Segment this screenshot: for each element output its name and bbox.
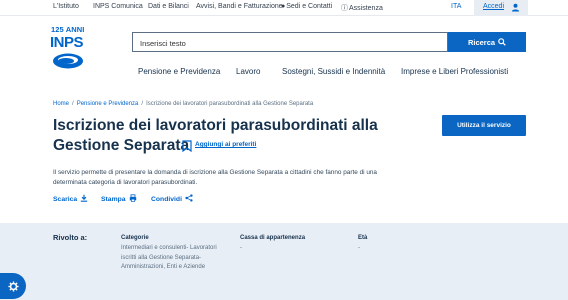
- login-link[interactable]: Accedi: [483, 3, 504, 10]
- logo-anniversary: 125 ANNI: [51, 25, 85, 34]
- logo-swoosh-icon: [53, 53, 83, 69]
- category-line: Intermediari e consulenti- Lavoratori: [121, 245, 217, 251]
- download-button[interactable]: Scarica: [53, 194, 88, 203]
- eta-value: -: [358, 245, 360, 251]
- link-assistenza[interactable]: ⓘAssistenza: [341, 3, 383, 13]
- category-line: Amministrazioni, Enti e Aziende: [121, 264, 206, 270]
- language-selector[interactable]: ITA: [451, 3, 461, 10]
- eta-label: Età: [358, 235, 368, 241]
- help-icon: ⓘ: [341, 5, 348, 12]
- map-pin-icon: ●: [281, 3, 286, 10]
- nav-lavoro[interactable]: Lavoro: [236, 67, 260, 76]
- breadcrumb: Home / Pensione e Previdenza / Iscrizione de…: [53, 101, 314, 107]
- accessibility-button[interactable]: [0, 273, 26, 299]
- search-button-label: Ricerca: [467, 37, 496, 47]
- page-title-line2: Gestione Separata: [53, 137, 190, 154]
- page-title-line1: Iscrizione dei lavoratori parasubordinat…: [53, 117, 378, 134]
- link-avvisi-bandi[interactable]: Avvisi, Bandi e Fatturazione: [196, 3, 283, 10]
- login-area[interactable]: Accedi: [474, 0, 528, 16]
- service-description: Il servizio permette di presentare la do…: [53, 169, 377, 186]
- search-button[interactable]: Ricerca: [448, 32, 526, 52]
- share-label: Condividi: [151, 196, 182, 203]
- link-istituto[interactable]: L'Istituto: [53, 3, 79, 10]
- nav-sostegni[interactable]: Sostegni, Sussidi e Indennità: [282, 67, 385, 76]
- user-icon: [511, 3, 520, 12]
- link-inps-comunica[interactable]: INPS Comunica: [93, 3, 143, 10]
- gear-icon: [7, 280, 19, 292]
- audience-heading: Rivolto a:: [53, 233, 88, 242]
- inps-logo[interactable]: 125 ANNI INPS: [50, 25, 86, 73]
- cassa-label: Cassa di appartenenza: [240, 235, 306, 241]
- category-line: iscritti alla Gestione Separata-: [121, 254, 202, 261]
- print-label: Stampa: [101, 196, 126, 203]
- page-title: Iscrizione dei lavoratori parasubordinat…: [53, 116, 393, 156]
- nav-pensione[interactable]: Pensione e Previdenza: [138, 67, 220, 76]
- share-icon: [185, 194, 193, 202]
- search-icon: [498, 38, 506, 46]
- use-service-button[interactable]: Utilizza il servizio: [442, 115, 526, 136]
- download-label: Scarica: [53, 196, 78, 203]
- search-input[interactable]: [133, 34, 447, 53]
- breadcrumb-section[interactable]: Pensione e Previdenza: [77, 101, 139, 107]
- breadcrumb-current: Iscrizione dei lavoratori parasubordinat…: [146, 101, 314, 107]
- logo-text: INPS: [50, 34, 84, 51]
- link-sedi-contatti[interactable]: ●Sedi e Contatti: [281, 3, 332, 10]
- print-icon: [129, 194, 136, 202]
- link-assistenza-label: Assistenza: [349, 5, 383, 12]
- category-label: Categorie: [121, 235, 149, 241]
- bookmark-icon[interactable]: [182, 140, 192, 152]
- cassa-value: -: [240, 245, 242, 251]
- link-dati-bilanci[interactable]: Dati e Bilanci: [148, 3, 189, 10]
- add-favorite-link[interactable]: Aggiungi ai preferiti: [195, 141, 256, 148]
- utility-bar: L'Istituto INPS Comunica Dati e Bilanci …: [0, 0, 568, 16]
- share-button[interactable]: Condividi: [151, 194, 193, 203]
- category-value: Intermediari e consulenti- Lavoratori is…: [121, 244, 217, 273]
- search-box: [132, 32, 448, 53]
- nav-imprese[interactable]: Imprese e Liberi Professionisti: [401, 67, 508, 76]
- print-button[interactable]: Stampa: [101, 194, 137, 203]
- download-icon: [80, 194, 88, 202]
- link-sedi-label: Sedi e Contatti: [286, 3, 333, 10]
- breadcrumb-home[interactable]: Home: [53, 101, 69, 107]
